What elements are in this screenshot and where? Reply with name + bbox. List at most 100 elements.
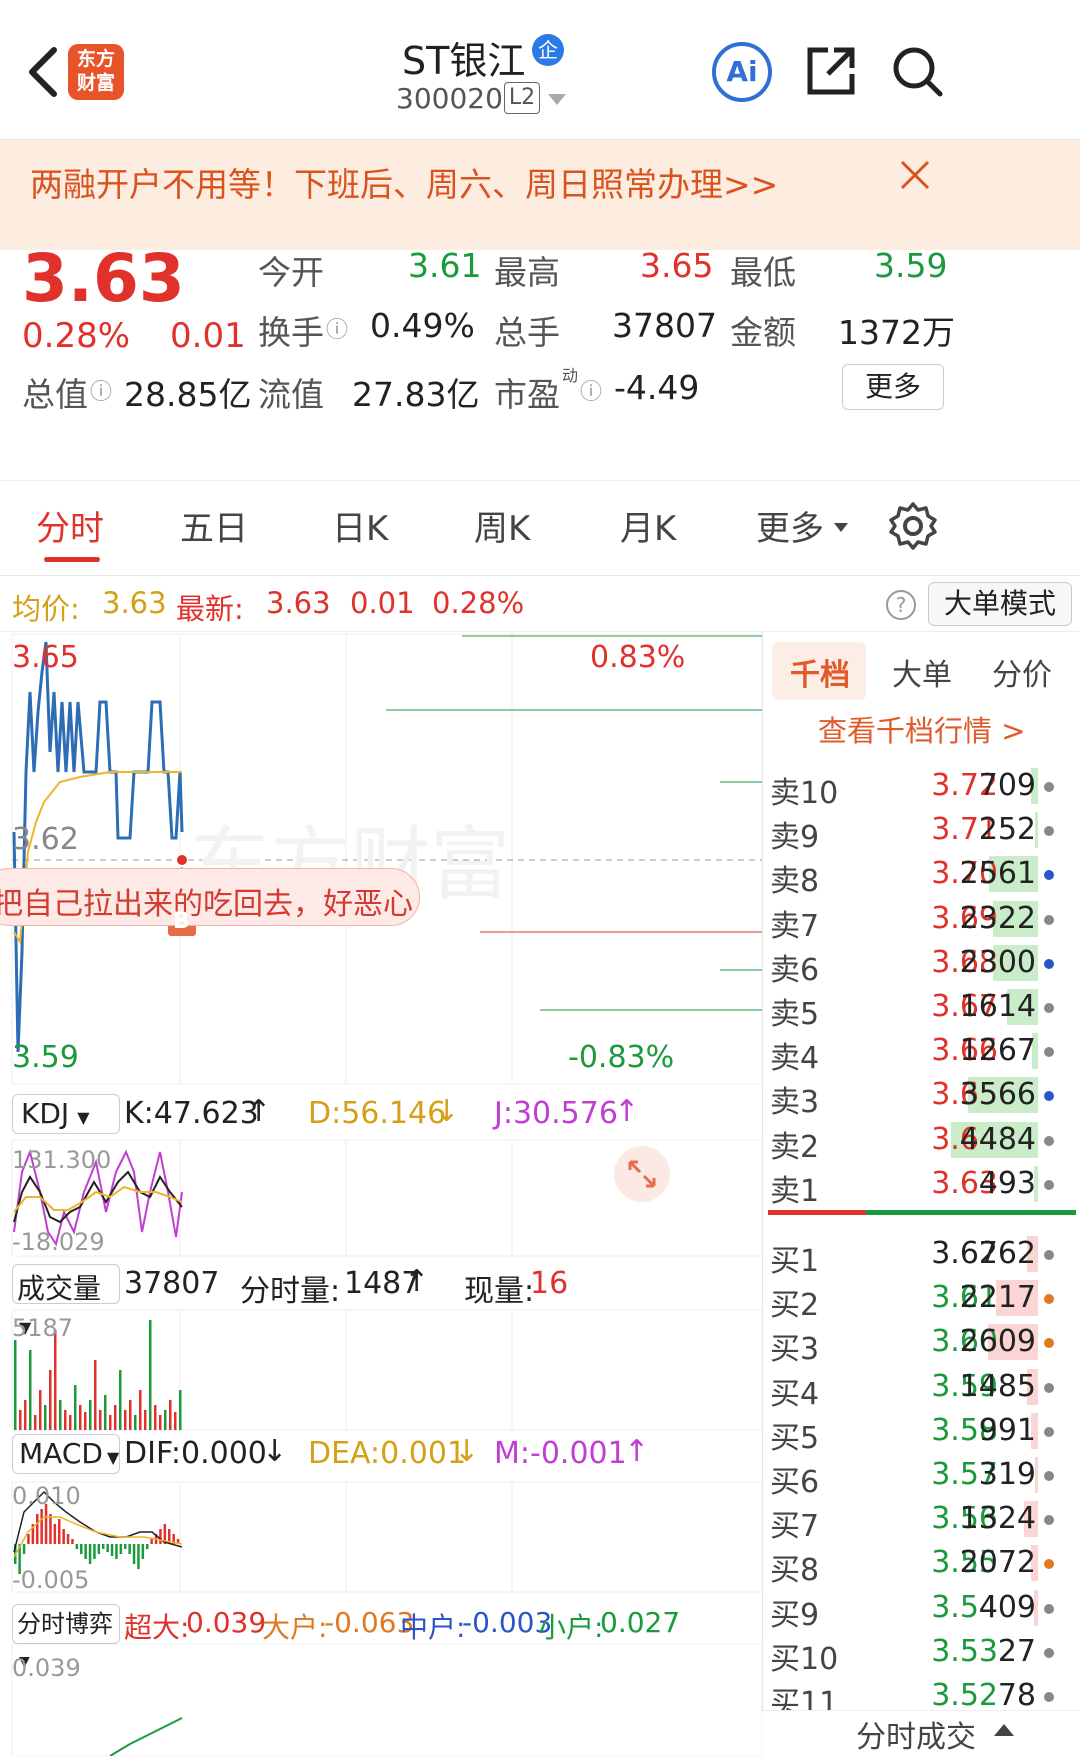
ask-row[interactable]: 卖5 3.67 1614 bbox=[768, 985, 1068, 1032]
bid-row[interactable]: 买2 3.61 2217 bbox=[768, 1276, 1068, 1323]
ask-row[interactable]: 卖8 3.70 2561 bbox=[768, 852, 1068, 899]
bid-row[interactable]: 买7 3.56 1324 bbox=[768, 1497, 1068, 1544]
chart-settings-button[interactable] bbox=[888, 501, 938, 551]
ask-volume: 2561 bbox=[959, 856, 1036, 892]
tab-monthly-k[interactable]: 月K bbox=[620, 501, 676, 550]
tab-intraday[interactable]: 分时 bbox=[36, 501, 104, 550]
bid-row[interactable]: 买6 3.57 319 bbox=[768, 1453, 1068, 1500]
order-book-tab-price[interactable]: 分价 bbox=[992, 650, 1052, 694]
ask-level-label: 卖3 bbox=[770, 1085, 820, 1121]
ask-level-label: 卖8 bbox=[770, 864, 820, 900]
volume-bar bbox=[49, 1370, 52, 1430]
ask-volume: 1614 bbox=[959, 989, 1036, 1024]
flow-super-value: 0.039 bbox=[186, 1606, 267, 1639]
ask-volume: 3566 bbox=[959, 1077, 1036, 1113]
macd-indicator-select[interactable]: MACD ▼ bbox=[12, 1434, 120, 1474]
more-quote-button[interactable]: 更多 bbox=[842, 364, 944, 410]
share-button[interactable] bbox=[804, 44, 858, 98]
promo-banner[interactable]: 两融开户不用等！下班后、周六、周日照常办理>> bbox=[0, 140, 1080, 250]
market-cap-label[interactable]: 总值 bbox=[22, 368, 88, 416]
flow-small-label: 小户: bbox=[538, 1611, 604, 1644]
ask-volume: 1267 bbox=[959, 1033, 1036, 1069]
ask-volume: 493 bbox=[978, 1165, 1036, 1201]
ask-row[interactable]: 卖2 3.64 4484 bbox=[768, 1118, 1068, 1165]
ask-row[interactable]: 卖9 3.71 252 bbox=[768, 808, 1068, 855]
tick-trades-label[interactable]: 分时成交 bbox=[856, 1712, 976, 1756]
flow-indicator-select[interactable]: 分时博弈▼ bbox=[12, 1604, 120, 1670]
volume-bar bbox=[89, 1400, 92, 1430]
ask-row[interactable]: 卖1 3.63 493 bbox=[768, 1162, 1068, 1209]
pe-info-icon[interactable]: ⓘ bbox=[580, 374, 602, 406]
macd-bar bbox=[159, 1529, 162, 1544]
bid-volume: 1485 bbox=[959, 1368, 1036, 1404]
code-dropdown-icon[interactable] bbox=[548, 94, 566, 105]
macd-name: MACD bbox=[19, 1437, 103, 1470]
tab-more[interactable]: 更多 bbox=[756, 501, 824, 550]
ai-assistant-button[interactable]: Ai bbox=[712, 42, 772, 102]
macd-bar bbox=[137, 1544, 140, 1569]
ask-level-label: 卖2 bbox=[770, 1129, 820, 1165]
bid-level-label: 买7 bbox=[770, 1509, 820, 1545]
order-book-tab-big[interactable]: 大单 bbox=[892, 650, 952, 694]
kdj-d-value: D:56.146 bbox=[308, 1096, 447, 1131]
tab-more-dropdown-icon bbox=[834, 523, 848, 532]
ask-row[interactable]: 卖7 3.69 2322 bbox=[768, 897, 1068, 944]
big-order-mode-button[interactable]: 大单模式 bbox=[928, 582, 1072, 626]
pe-label[interactable]: 市盈 bbox=[494, 368, 560, 416]
order-dot-icon bbox=[1044, 870, 1054, 881]
order-dot-icon bbox=[1044, 1047, 1054, 1058]
turnover-label[interactable]: 换手 bbox=[258, 306, 324, 354]
tab-daily-k[interactable]: 日K bbox=[332, 501, 388, 550]
order-dot-icon bbox=[1044, 1338, 1054, 1349]
bid-row[interactable]: 买9 3.54 409 bbox=[768, 1586, 1068, 1633]
price-axis-mid: 3.62 bbox=[12, 822, 79, 857]
macd-bar bbox=[110, 1544, 114, 1556]
order-book-tab-thousand-label[interactable]: 千档 bbox=[790, 650, 850, 694]
turnover-info-icon[interactable]: ⓘ bbox=[326, 312, 348, 344]
bid-row[interactable]: 买10 3.53 27 bbox=[768, 1630, 1068, 1677]
float-cap-label: 流值 bbox=[258, 375, 324, 414]
high-value: 3.65 bbox=[640, 246, 714, 285]
bid-row[interactable]: 买5 3.58 991 bbox=[768, 1409, 1068, 1456]
ask-row[interactable]: 卖10 3.72 709 bbox=[768, 764, 1068, 811]
chevron-up-icon[interactable] bbox=[994, 1724, 1014, 1736]
promo-text[interactable]: 两融开户不用等！下班后、周六、周日照常办理>> bbox=[30, 158, 778, 206]
bid-level-label: 买10 bbox=[770, 1641, 839, 1677]
bid-volume: 27 bbox=[997, 1633, 1036, 1669]
volume-axis-top: 5187 bbox=[12, 1314, 74, 1342]
buy-marker-label: B bbox=[173, 909, 190, 934]
help-button[interactable]: ? bbox=[886, 590, 916, 620]
kdj-indicator-select[interactable]: KDJ ▼ bbox=[12, 1094, 120, 1134]
tab-weekly-k[interactable]: 周K bbox=[474, 501, 530, 550]
volume-label: 总手 bbox=[494, 313, 560, 352]
kdj-j-arrow: ↑ bbox=[614, 1094, 640, 1129]
search-icon bbox=[893, 47, 943, 97]
macd-bar bbox=[75, 1544, 79, 1549]
chart-period-tabs: 分时 五日 日K 周K 月K 更多 bbox=[0, 480, 1080, 576]
volume-bar bbox=[169, 1400, 172, 1430]
help-icon: ? bbox=[895, 593, 907, 617]
banner-close-button[interactable] bbox=[898, 158, 932, 192]
volume-select[interactable]: 成交量▼ bbox=[12, 1264, 120, 1337]
bid-volume: 78 bbox=[997, 1678, 1036, 1713]
view-thousand-book-link[interactable]: 查看千档行情 > bbox=[818, 708, 1026, 750]
ask-row[interactable]: 卖6 3.68 2300 bbox=[768, 941, 1068, 988]
back-button[interactable] bbox=[18, 40, 68, 100]
volume-total: 37807 bbox=[124, 1266, 220, 1301]
macd-bar bbox=[49, 1514, 52, 1544]
flow-name: 分时博弈 bbox=[17, 1610, 113, 1638]
bid-row[interactable]: 买1 3.62 762 bbox=[768, 1232, 1068, 1279]
change-percent: 0.28% bbox=[22, 316, 131, 356]
bid-row[interactable]: 买3 3.60 2609 bbox=[768, 1320, 1068, 1367]
bid-row[interactable]: 买4 3.59 1485 bbox=[768, 1365, 1068, 1412]
search-button[interactable] bbox=[890, 44, 944, 98]
market-cap-info-icon[interactable]: ⓘ bbox=[90, 374, 112, 406]
bid-row[interactable]: 买8 3.55 2072 bbox=[768, 1541, 1068, 1588]
comment-bubble[interactable]: 把自己拉出来的吃回去，好恶心 bbox=[0, 868, 420, 926]
ask-row[interactable]: 卖4 3.66 1267 bbox=[768, 1029, 1068, 1076]
ask-row[interactable]: 卖3 3.65 3566 bbox=[768, 1073, 1068, 1120]
volume-bar bbox=[74, 1385, 77, 1430]
expand-chart-button[interactable] bbox=[614, 1146, 670, 1202]
macd-bar bbox=[62, 1529, 65, 1544]
tab-five-day[interactable]: 五日 bbox=[180, 501, 248, 550]
